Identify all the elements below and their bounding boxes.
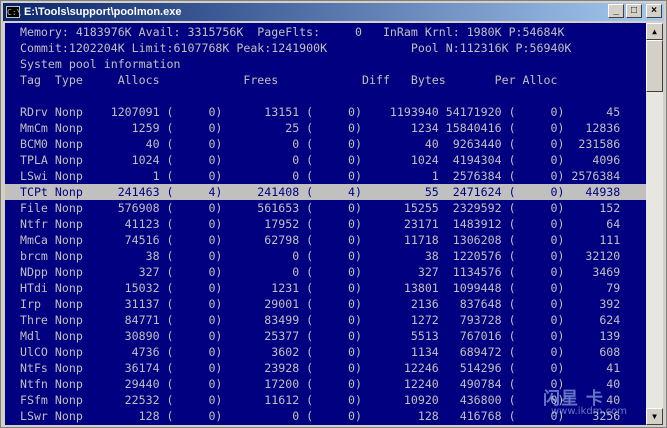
pool-row: Ntfr Nonp 41123 ( 0) 17952 ( 0) 23171 14…: [13, 217, 621, 231]
pool-row: File Nonp 576908 ( 0) 561653 ( 0) 15255 …: [13, 201, 621, 215]
pool-row: Mdl Nonp 30890 ( 0) 25377 ( 0) 5513 7670…: [13, 329, 621, 343]
header-line-1: Commit:1202204K Limit:6107768K Peak:1241…: [13, 41, 572, 55]
maximize-button[interactable]: □: [626, 4, 642, 18]
title-bar[interactable]: C:\ E:\Tools\support\poolmon.exe _ □ ×: [3, 3, 664, 21]
minimize-button[interactable]: _: [608, 4, 624, 18]
pool-row: Thre Nonp 84771 ( 0) 83499 ( 0) 1272 793…: [13, 313, 621, 327]
close-button[interactable]: ×: [646, 4, 662, 18]
pool-row: MmCa Nonp 74516 ( 0) 62798 ( 0) 11718 13…: [13, 233, 621, 247]
pool-row: RDrv Nonp 1207091 ( 0) 13151 ( 0) 119394…: [13, 105, 621, 119]
pool-row: NtFs Nonp 36174 ( 0) 23928 ( 0) 12246 51…: [13, 361, 621, 375]
watermark-logo: 闪星 卡 www.ikdm.com: [529, 384, 659, 424]
header-line-4: [13, 88, 646, 104]
window-title: E:\Tools\support\poolmon.exe: [24, 6, 182, 18]
console-output[interactable]: Memory: 4183976K Avail: 3315756K PageFlt…: [5, 23, 646, 425]
pool-row: HTdi Nonp 15032 ( 0) 1231 ( 0) 13801 109…: [13, 281, 621, 295]
header-line-3: Tag Type Allocs Frees Diff Bytes Per All…: [13, 73, 558, 87]
console-app-icon[interactable]: C:\: [6, 6, 21, 18]
pool-row: Irp Nonp 31137 ( 0) 29001 ( 0) 2136 8376…: [13, 297, 621, 311]
title-buttons: _ □ ×: [608, 4, 662, 18]
poolmon-screen: Memory: 4183976K Avail: 3315756K PageFlt…: [5, 23, 646, 424]
vertical-scrollbar[interactable]: ▲ ▼: [646, 23, 663, 425]
scroll-thumb[interactable]: [646, 40, 663, 92]
watermark-url: www.ikdm.com: [551, 406, 627, 417]
pool-row: UlCO Nonp 4736 ( 0) 3602 ( 0) 1134 68947…: [13, 345, 621, 359]
pool-row: TPLA Nonp 1024 ( 0) 0 ( 0) 1024 4194304 …: [13, 153, 621, 167]
pool-row: TCPt Nonp 241463 ( 4) 241408 ( 4) 55 247…: [5, 184, 646, 200]
pool-row: BCM0 Nonp 40 ( 0) 0 ( 0) 40 9263440 ( 0)…: [13, 137, 621, 151]
scroll-up-button[interactable]: ▲: [646, 23, 663, 40]
header-line-0: Memory: 4183976K Avail: 3315756K PageFlt…: [13, 25, 565, 39]
pool-row: NDpp Nonp 327 ( 0) 0 ( 0) 327 1134576 ( …: [13, 265, 621, 279]
header-line-2: System pool information: [13, 57, 181, 71]
pool-row: LSwi Nonp 1 ( 0) 0 ( 0) 1 2576384 ( 0) 2…: [13, 169, 621, 183]
pool-row: brcm Nonp 38 ( 0) 0 ( 0) 38 1220576 ( 0)…: [13, 249, 621, 263]
pool-row: MmCm Nonp 1259 ( 0) 25 ( 0) 1234 1584041…: [13, 121, 621, 135]
console-window: C:\ E:\Tools\support\poolmon.exe _ □ × M…: [0, 0, 667, 428]
